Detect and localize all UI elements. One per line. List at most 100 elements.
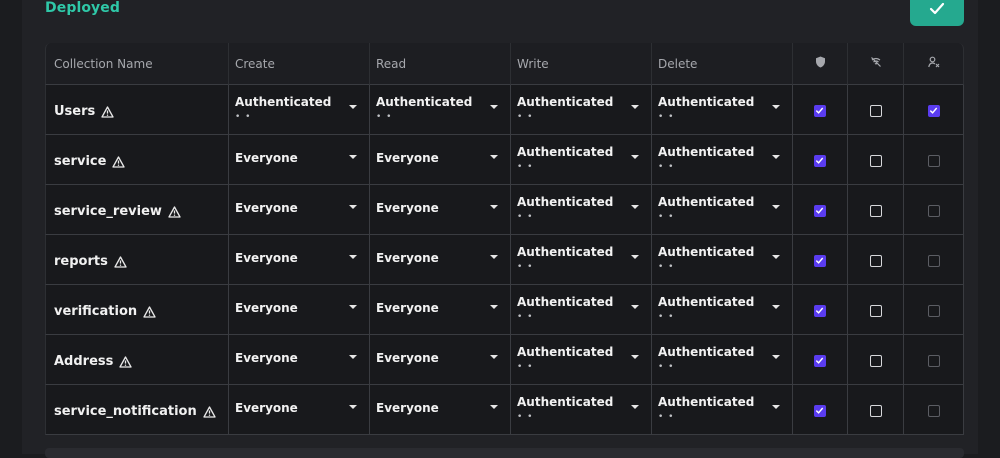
public-checkbox[interactable] [869, 354, 882, 367]
self-checkbox[interactable] [927, 104, 940, 117]
collection-name-text: service [54, 154, 107, 169]
delete-permission-select[interactable]: Authenticated • • [652, 135, 792, 184]
read-permission-select[interactable]: Everyone [370, 185, 510, 234]
create-cell: Everyone [229, 135, 370, 185]
self-cell [904, 385, 964, 435]
delete-permission-select[interactable]: Authenticated • • [652, 385, 792, 434]
collection-name[interactable]: service_review [54, 204, 181, 219]
warning-icon [168, 205, 181, 218]
col-create: Create [229, 43, 370, 85]
col-write: Write [511, 43, 652, 85]
self-checkbox[interactable] [927, 254, 940, 267]
table-row: Address Everyone Everyone Authenticated • • A… [45, 335, 964, 385]
delete-cell: Authenticated • • [652, 235, 793, 285]
public-cell [848, 285, 904, 335]
shield-checkbox[interactable] [814, 354, 826, 367]
public-cell [848, 85, 904, 135]
public-cell [848, 335, 904, 385]
collection-name[interactable]: service_notification [54, 404, 216, 419]
table-header-row: Collection Name Create Read Write Delete [45, 43, 964, 85]
read-permission-select[interactable]: Everyone [370, 235, 510, 284]
create-permission-select[interactable]: Everyone [229, 235, 369, 284]
read-permission-value: Everyone [376, 151, 439, 165]
read-permission-select[interactable]: Everyone [370, 385, 510, 434]
public-checkbox[interactable] [869, 204, 882, 217]
write-permission-dots: • • [517, 212, 534, 222]
delete-permission-select[interactable]: Authenticated • • [652, 85, 792, 134]
chevron-down-icon [490, 105, 498, 109]
write-cell: Authenticated • • [511, 335, 652, 385]
self-checkbox[interactable] [927, 154, 940, 167]
shield-checkbox[interactable] [814, 254, 826, 267]
collection-name-cell: service_review [45, 185, 229, 235]
self-checkbox[interactable] [927, 304, 940, 317]
write-permission-select[interactable]: Authenticated • • [511, 335, 651, 384]
self-checkbox[interactable] [927, 354, 940, 367]
chevron-down-icon [772, 205, 780, 209]
read-permission-dots: • • [376, 112, 393, 122]
delete-permission-dots: • • [658, 162, 675, 172]
chevron-down-icon [490, 255, 498, 259]
read-cell: Everyone [370, 185, 511, 235]
collection-name[interactable]: service [54, 154, 126, 169]
shield-checkbox[interactable] [814, 104, 826, 117]
delete-permission-select[interactable]: Authenticated • • [652, 235, 792, 284]
write-permission-select[interactable]: Authenticated • • [511, 135, 651, 184]
shield-checkbox[interactable] [814, 204, 826, 217]
chevron-down-icon [631, 105, 639, 109]
write-permission-dots: • • [517, 312, 534, 322]
write-permission-select[interactable]: Authenticated • • [511, 385, 651, 434]
write-permission-select[interactable]: Authenticated • • [511, 85, 651, 134]
create-permission-select[interactable]: Everyone [229, 385, 369, 434]
delete-permission-value: Authenticated [658, 95, 755, 109]
write-permission-select[interactable]: Authenticated • • [511, 185, 651, 234]
deploy-button[interactable] [910, 0, 964, 26]
delete-permission-value: Authenticated [658, 345, 755, 359]
create-permission-value: Everyone [235, 401, 298, 415]
delete-permission-select[interactable]: Authenticated • • [652, 185, 792, 234]
create-permission-select[interactable]: Everyone [229, 135, 369, 184]
shield-checkbox[interactable] [814, 304, 826, 317]
shield-checkbox[interactable] [814, 404, 826, 417]
chevron-down-icon [349, 355, 357, 359]
read-permission-select[interactable]: Everyone [370, 135, 510, 184]
public-checkbox[interactable] [869, 404, 882, 417]
create-permission-select[interactable]: Everyone [229, 335, 369, 384]
collection-name[interactable]: Users [54, 104, 114, 119]
read-permission-select[interactable]: Everyone [370, 335, 510, 384]
create-cell: Everyone [229, 285, 370, 335]
table-row: Users Authenticated • • Authenticated • • Aut… [45, 85, 964, 135]
chevron-down-icon [772, 105, 780, 109]
collection-name[interactable]: Address [54, 354, 133, 369]
self-cell [904, 135, 964, 185]
collection-name[interactable]: verification [54, 304, 156, 319]
create-cell: Authenticated • • [229, 85, 370, 135]
self-checkbox[interactable] [927, 404, 940, 417]
delete-cell: Authenticated • • [652, 185, 793, 235]
chevron-down-icon [631, 155, 639, 159]
public-checkbox[interactable] [869, 254, 882, 267]
self-checkbox[interactable] [927, 204, 940, 217]
write-permission-select[interactable]: Authenticated • • [511, 285, 651, 334]
delete-permission-select[interactable]: Authenticated • • [652, 285, 792, 334]
create-permission-select[interactable]: Everyone [229, 185, 369, 234]
read-permission-select[interactable]: Everyone [370, 285, 510, 334]
delete-permission-select[interactable]: Authenticated • • [652, 335, 792, 384]
delete-permission-value: Authenticated [658, 395, 755, 409]
col-read: Read [370, 43, 511, 85]
public-checkbox[interactable] [869, 104, 882, 117]
collection-name-text: service_review [54, 204, 162, 219]
create-permission-select[interactable]: Everyone [229, 285, 369, 334]
public-checkbox[interactable] [869, 154, 882, 167]
read-permission-select[interactable]: Authenticated • • [370, 85, 510, 134]
create-permission-select[interactable]: Authenticated • • [229, 85, 369, 134]
public-checkbox[interactable] [869, 304, 882, 317]
delete-permission-dots: • • [658, 212, 675, 222]
write-permission-select[interactable]: Authenticated • • [511, 235, 651, 284]
collection-name[interactable]: reports [54, 254, 127, 269]
table-row: reports Everyone Everyone Authenticated • • A… [45, 235, 964, 285]
table-row: service_notification Everyone Everyone Auth… [45, 385, 964, 435]
shield-checkbox[interactable] [814, 154, 826, 167]
col-shield [793, 43, 848, 85]
chevron-down-icon [631, 405, 639, 409]
